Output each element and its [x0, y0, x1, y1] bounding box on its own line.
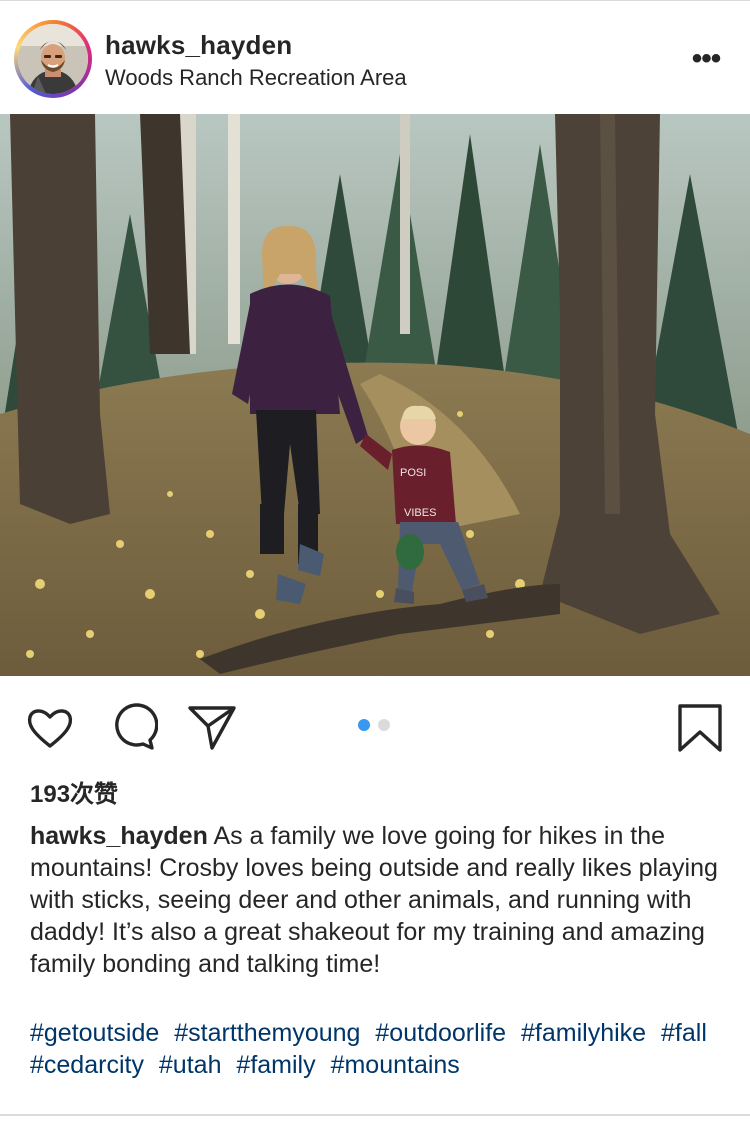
bottom-divider — [0, 1114, 750, 1116]
svg-text:VIBES: VIBES — [404, 507, 436, 519]
post-location[interactable]: Woods Ranch Recreation Area — [105, 65, 407, 91]
carousel-dot-active — [358, 719, 370, 731]
carousel-indicator — [358, 719, 398, 731]
carousel-dot — [378, 719, 390, 731]
post-username[interactable]: hawks_hayden — [105, 30, 292, 61]
hashtag[interactable]: #getoutside — [30, 1019, 159, 1047]
like-count[interactable]: 193次赞 — [30, 774, 118, 809]
hashtag[interactable]: #mountains — [331, 1051, 460, 1079]
more-options-icon[interactable]: ••• — [686, 44, 726, 74]
story-ring[interactable] — [14, 20, 92, 98]
forest-hike-photo: POSI VIBES — [0, 114, 750, 676]
svg-text:POSI: POSI — [400, 467, 426, 479]
hashtag[interactable]: #cedarcity — [30, 1051, 144, 1079]
hashtag-list: #getoutside #startthemyoung #outdoorlife… — [30, 1017, 730, 1081]
comment-icon[interactable] — [106, 702, 158, 754]
avatar-image — [18, 24, 88, 94]
hashtag[interactable]: #familyhike — [521, 1019, 646, 1047]
bookmark-icon[interactable] — [674, 702, 726, 754]
post-caption: hawks_hayden As a family we love going f… — [30, 820, 730, 980]
caption-username[interactable]: hawks_hayden — [30, 822, 208, 850]
heart-icon[interactable] — [24, 702, 76, 754]
hashtag[interactable]: #family — [236, 1051, 315, 1079]
hashtag[interactable]: #startthemyoung — [174, 1019, 360, 1047]
hashtag[interactable]: #outdoorlife — [375, 1019, 506, 1047]
avatar[interactable] — [18, 24, 88, 94]
send-icon[interactable] — [186, 702, 238, 754]
hashtag[interactable]: #utah — [159, 1051, 222, 1079]
post-header: hawks_hayden Woods Ranch Recreation Area… — [0, 0, 750, 114]
post-photo[interactable]: POSI VIBES — [0, 114, 750, 676]
hashtag[interactable]: #fall — [661, 1019, 707, 1047]
action-bar — [0, 676, 750, 776]
